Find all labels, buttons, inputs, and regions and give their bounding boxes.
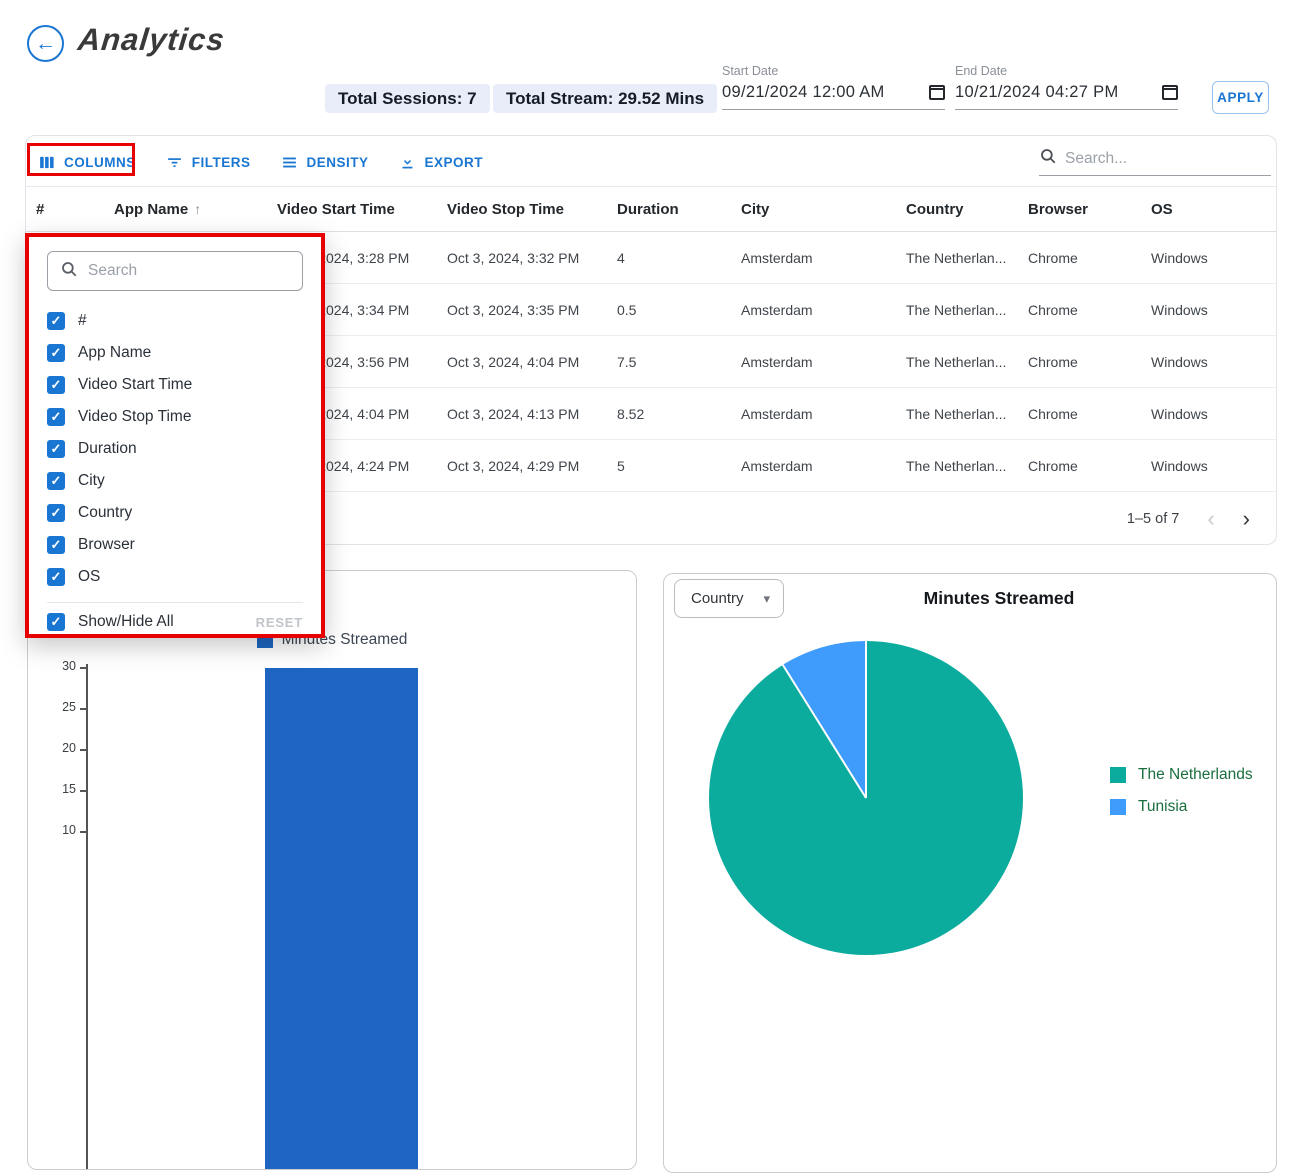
magnifier-icon [1039,147,1057,170]
magnifier-icon [60,260,78,283]
y-tick-10: 10 [38,823,76,837]
columns-menu-search[interactable] [47,251,303,291]
legend-swatch-blue [1110,799,1126,815]
menu-lines-icon [281,154,298,171]
start-date-value[interactable]: 09/21/2024 12:00 AM [722,83,885,102]
column-toggle-country[interactable]: ✓ Country [47,497,303,529]
checkbox-checked-icon[interactable]: ✓ [47,408,65,426]
y-tick-30: 30 [38,659,76,673]
checkbox-checked-icon[interactable]: ✓ [47,613,65,631]
y-tick-20: 20 [38,741,76,755]
column-header-os[interactable]: OS [1151,201,1276,218]
columns-menu-items: ✓ # ✓ App Name ✓ Video Start Time ✓ Vide… [47,305,303,593]
column-toggle-video-stop[interactable]: ✓ Video Stop Time [47,401,303,433]
column-header-index[interactable]: # [36,201,114,218]
column-toggle-duration[interactable]: ✓ Duration [47,433,303,465]
table-search-input[interactable] [1065,150,1271,168]
arrow-left-icon: ← [35,32,56,56]
export-button[interactable]: EXPORT [399,154,484,171]
start-date-label: Start Date [722,64,945,78]
back-button[interactable]: ← [27,25,64,62]
pie-chart-title: Minutes Streamed [664,588,1276,609]
chevron-right-icon[interactable]: › [1243,508,1250,530]
pie-legend: The Netherlands Tunisia [1110,766,1253,816]
checkbox-checked-icon[interactable]: ✓ [47,472,65,490]
y-tick-25: 25 [38,700,76,714]
pie-chart-card: Country ▾ Minutes Streamed The Netherlan… [663,573,1277,1173]
end-date-value[interactable]: 10/21/2024 04:27 PM [955,83,1119,102]
checkbox-checked-icon[interactable]: ✓ [47,440,65,458]
column-toggle-app-name[interactable]: ✓ App Name [47,337,303,369]
table-search[interactable] [1039,142,1271,176]
column-header-city[interactable]: City [741,201,906,218]
density-button[interactable]: DENSITY [281,154,369,171]
checkbox-checked-icon[interactable]: ✓ [47,376,65,394]
download-icon [399,154,416,171]
column-header-duration[interactable]: Duration [617,201,741,218]
bar-chart-card: Minutes Streamed 30 25 20 15 10 [27,570,637,1170]
reset-button[interactable]: RESET [256,615,303,630]
column-header-browser[interactable]: Browser [1028,201,1151,218]
calendar-icon[interactable] [929,85,945,100]
calendar-icon[interactable] [1162,85,1178,100]
checkbox-checked-icon[interactable]: ✓ [47,504,65,522]
column-toggle-city[interactable]: ✓ City [47,465,303,497]
columns-menu-footer: ✓ Show/Hide All RESET [47,602,303,631]
view-columns-icon [38,154,55,171]
column-toggle-os[interactable]: ✓ OS [47,561,303,593]
column-toggle-video-start[interactable]: ✓ Video Start Time [47,369,303,401]
column-header-video-stop[interactable]: Video Stop Time [447,201,617,218]
checkbox-checked-icon[interactable]: ✓ [47,344,65,362]
start-date-field[interactable]: Start Date 09/21/2024 12:00 AM [722,64,945,110]
columns-menu-search-input[interactable] [88,262,290,280]
total-sessions-badge: Total Sessions: 7 [325,84,490,113]
table-toolbar: COLUMNS FILTERS DENSITY EXPORT [38,144,483,180]
legend-item-netherlands: The Netherlands [1110,766,1253,784]
filter-list-icon [166,154,183,171]
column-header-app-name[interactable]: App Name↑ [114,201,277,218]
columns-button[interactable]: COLUMNS [38,154,136,171]
checkbox-checked-icon[interactable]: ✓ [47,536,65,554]
column-header-video-start[interactable]: Video Start Time [277,201,447,218]
checkbox-checked-icon[interactable]: ✓ [47,312,65,330]
show-hide-all-toggle[interactable]: ✓ Show/Hide All [47,613,174,631]
columns-menu-panel: ✓ # ✓ App Name ✓ Video Start Time ✓ Vide… [25,233,325,638]
y-axis [86,664,88,1169]
page-title: Analytics [76,22,227,58]
pagination-range: 1–5 of 7 [1127,511,1179,527]
table-header-row: # App Name↑ Video Start Time Video Stop … [26,186,1276,232]
checkbox-checked-icon[interactable]: ✓ [47,568,65,586]
column-toggle-index[interactable]: ✓ # [47,305,303,337]
column-header-country[interactable]: Country [906,201,1028,218]
y-tick-15: 15 [38,782,76,796]
legend-item-tunisia: Tunisia [1110,798,1253,816]
total-stream-badge: Total Stream: 29.52 Mins [493,84,717,113]
chevron-left-icon[interactable]: ‹ [1207,508,1214,530]
filters-button[interactable]: FILTERS [166,154,251,171]
arrow-up-icon: ↑ [194,201,201,217]
legend-swatch-teal [1110,767,1126,783]
end-date-field[interactable]: End Date 10/21/2024 04:27 PM [955,64,1178,110]
apply-button[interactable]: APPLY [1212,81,1269,114]
bar-minutes-streamed [265,668,418,1169]
end-date-label: End Date [955,64,1178,78]
column-toggle-browser[interactable]: ✓ Browser [47,529,303,561]
